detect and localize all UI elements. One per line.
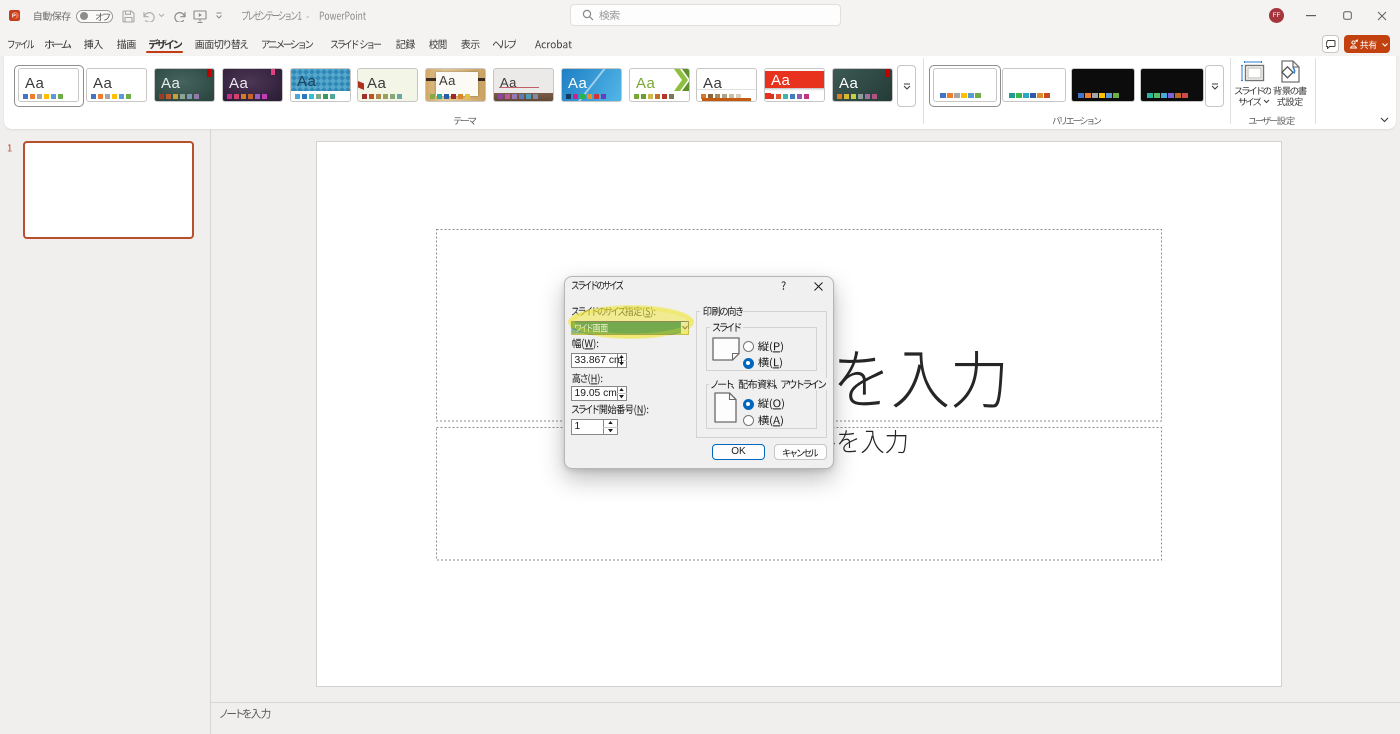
svg-text:P: P — [11, 13, 15, 19]
